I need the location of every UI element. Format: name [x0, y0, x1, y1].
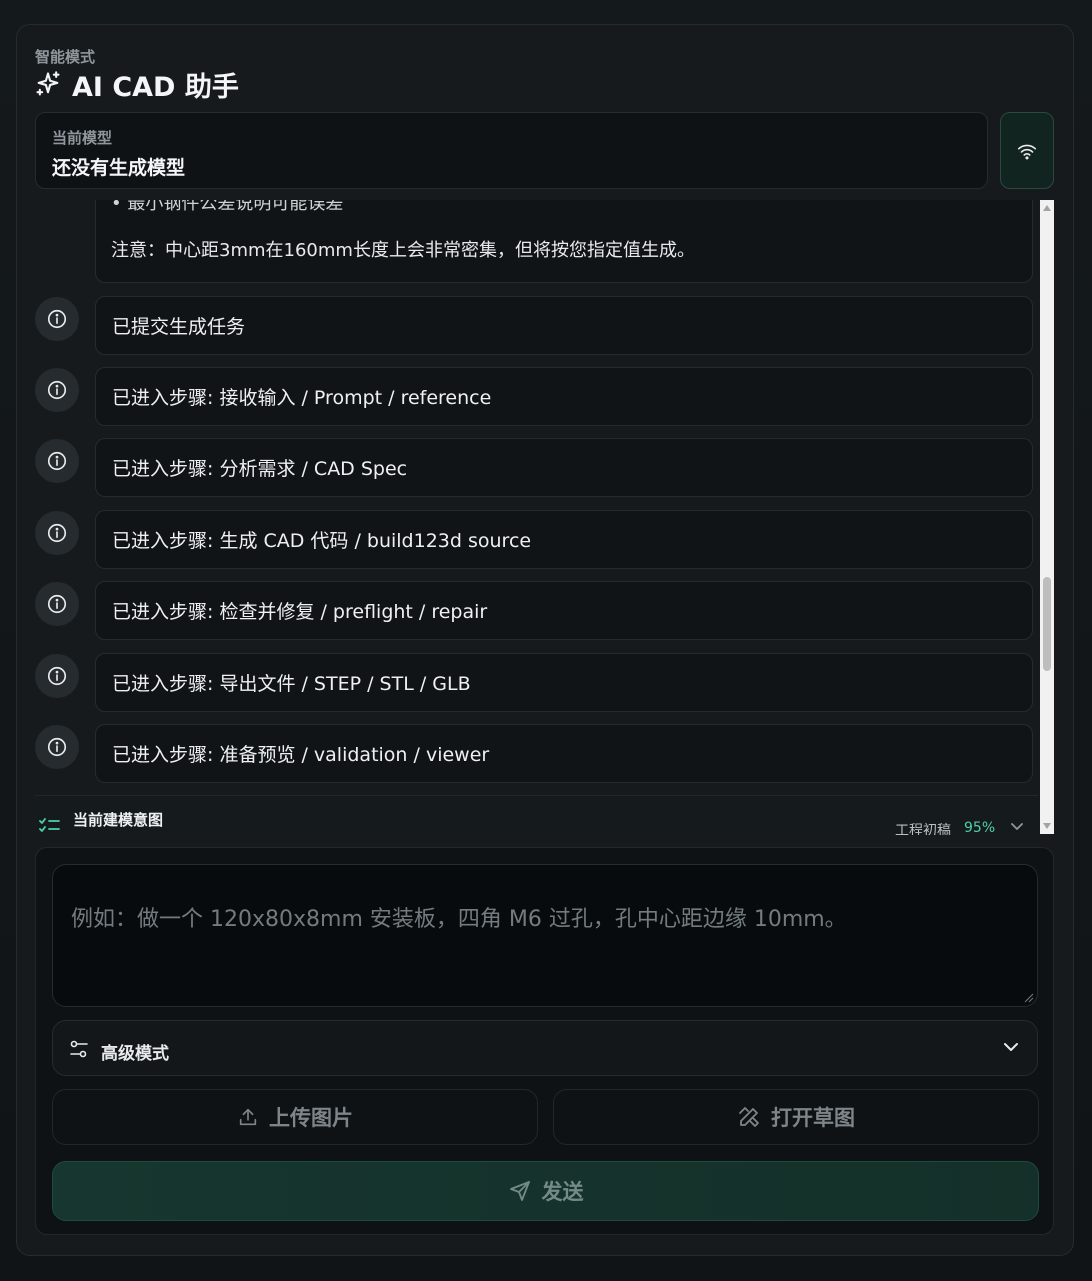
- upload-image-label: 上传图片: [269, 1106, 353, 1130]
- sparkles-icon: [36, 71, 60, 96]
- modeling-intent-panel[interactable]: 当前建模意图 工程初稿 95%: [35, 795, 1038, 835]
- advanced-mode-toggle[interactable]: 高级模式: [52, 1020, 1038, 1076]
- current-model-card: 当前模型 还没有生成模型: [35, 112, 988, 189]
- message-partial-line: • 最小钢件公差说明可能误差: [111, 200, 344, 214]
- status-message: 已进入步骤: 分析需求 / CAD Spec: [35, 438, 1033, 497]
- assistant-message: • 最小钢件公差说明可能误差 注意：中心距3mm在160mm长度上会非常密集，但…: [95, 200, 1033, 283]
- title-row: AI CAD 助手: [34, 66, 239, 103]
- resize-grip-icon[interactable]: [1024, 993, 1034, 1003]
- stage-label: 工程初稿: [895, 823, 951, 835]
- status-message: 已进入步骤: 生成 CAD 代码 / build123d source: [35, 510, 1033, 569]
- status-text: 已进入步骤: 接收输入 / Prompt / reference: [95, 367, 1033, 426]
- chat-scrollbar[interactable]: [1040, 200, 1054, 834]
- model-label: 当前模型: [52, 129, 113, 147]
- scroll-thumb[interactable]: [1043, 577, 1051, 671]
- checklist-icon: [39, 818, 60, 832]
- scroll-down-arrow[interactable]: [1043, 823, 1051, 829]
- page-title: AI CAD 助手: [72, 71, 239, 103]
- open-sketch-label: 打开草图: [771, 1106, 855, 1130]
- info-icon: [35, 368, 79, 412]
- info-icon: [35, 582, 79, 626]
- info-icon: [35, 297, 79, 341]
- sliders-icon: [70, 1040, 88, 1058]
- status-text: 已进入步骤: 准备预览 / validation / viewer: [95, 724, 1033, 783]
- open-sketch-button[interactable]: 打开草图: [553, 1089, 1039, 1145]
- upload-image-button[interactable]: 上传图片: [52, 1089, 538, 1145]
- scroll-up-arrow[interactable]: [1043, 205, 1051, 211]
- modeling-intent-title: 当前建模意图: [73, 811, 164, 829]
- chevron-down-icon: [1004, 1043, 1018, 1051]
- status-message: 已进入步骤: 导出文件 / STEP / STL / GLB: [35, 653, 1033, 712]
- connection-button[interactable]: [1000, 112, 1054, 189]
- send-label: 发送: [541, 1180, 584, 1204]
- status-text: 已进入步骤: 检查并修复 / preflight / repair: [95, 581, 1033, 640]
- info-icon: [35, 511, 79, 555]
- status-text: 已进入步骤: 分析需求 / CAD Spec: [95, 438, 1033, 497]
- composer: 例如：做一个 120x80x8mm 安装板，四角 M6 过孔，孔中心距边缘 10…: [35, 847, 1054, 1235]
- status-text: 已进入步骤: 导出文件 / STEP / STL / GLB: [95, 653, 1033, 712]
- status-message: 已进入步骤: 接收输入 / Prompt / reference: [35, 367, 1033, 426]
- prompt-input[interactable]: 例如：做一个 120x80x8mm 安装板，四角 M6 过孔，孔中心距边缘 10…: [52, 864, 1038, 1007]
- advanced-mode-label: 高级模式: [101, 1044, 169, 1064]
- send-icon: [509, 1181, 530, 1201]
- status-message: 已进入步骤: 准备预览 / validation / viewer: [35, 724, 1033, 783]
- chevron-down-icon[interactable]: [1010, 822, 1024, 832]
- wifi-icon: [1017, 144, 1037, 159]
- prompt-placeholder: 例如：做一个 120x80x8mm 安装板，四角 M6 过孔，孔中心距边缘 10…: [71, 907, 847, 932]
- chat-log[interactable]: • 最小钢件公差说明可能误差 注意：中心距3mm在160mm长度上会非常密集，但…: [35, 200, 1038, 834]
- pencil-ruler-icon: [739, 1107, 759, 1127]
- status-message: 已提交生成任务: [35, 296, 1033, 355]
- status-text: 已进入步骤: 生成 CAD 代码 / build123d source: [95, 510, 1033, 569]
- message-note: 注意：中心距3mm在160mm长度上会非常密集，但将按您指定值生成。: [111, 240, 695, 261]
- progress-percent: 95%: [964, 820, 996, 835]
- status-message: 已进入步骤: 检查并修复 / preflight / repair: [35, 581, 1033, 640]
- status-text: 已提交生成任务: [95, 296, 1033, 355]
- info-icon: [35, 725, 79, 769]
- info-icon: [35, 439, 79, 483]
- send-button[interactable]: 发送: [52, 1161, 1039, 1221]
- info-icon: [35, 654, 79, 698]
- upload-icon: [239, 1108, 257, 1126]
- model-value: 还没有生成模型: [52, 157, 186, 179]
